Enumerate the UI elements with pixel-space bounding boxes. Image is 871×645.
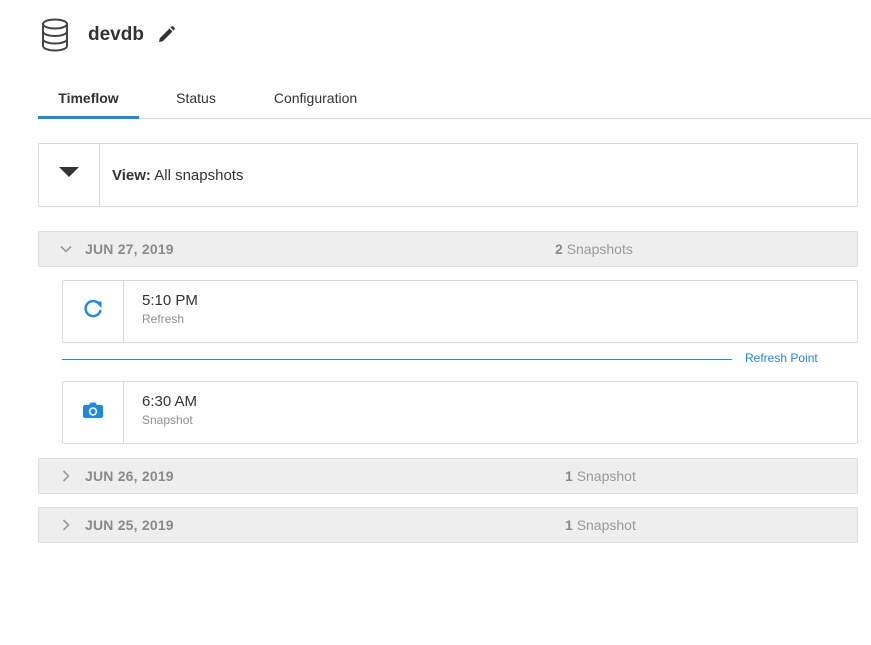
snapshot-time: 6:30 AM [142,393,198,410]
snapshot-type: Snapshot [142,413,193,427]
refresh-point-label[interactable]: Refresh Point [745,351,818,365]
date-group-header[interactable]: JUN 25, 2019 1 Snapshot [38,507,858,543]
snapshot-icon-cell [63,382,124,443]
group-date: JUN 26, 2019 [85,468,174,484]
pencil-icon[interactable] [156,25,176,45]
count-label: Snapshots [566,241,633,257]
camera-icon [82,400,104,425]
count-number: 1 [565,468,573,484]
snapshot-text: 5:10 PM Refresh [142,281,198,342]
snapshot-text: 6:30 AM Snapshot [142,382,197,443]
snapshot-card[interactable]: 6:30 AM Snapshot [62,381,858,444]
view-label: View: All snapshots [112,167,243,184]
group-snapshot-count: 1 Snapshot [565,468,636,484]
view-filter: View: All snapshots [38,143,858,207]
snapshot-type: Refresh [142,312,185,326]
tab-status[interactable]: Status [165,80,227,118]
date-group-header[interactable]: JUN 27, 2019 2 Snapshots [38,231,858,267]
snapshot-icon-cell [63,281,124,342]
view-value: All snapshots [154,166,244,184]
chevron-right-icon [59,518,73,532]
chevron-right-icon [59,469,73,483]
refresh-point-line [62,359,732,360]
count-number: 2 [555,241,563,257]
group-date: JUN 27, 2019 [85,241,174,257]
tab-bar: Timeflow Status Configuration [38,80,871,119]
caret-down-icon [59,166,79,184]
count-number: 1 [565,517,573,533]
chevron-down-icon [59,242,73,256]
tab-timeflow[interactable]: Timeflow [38,80,139,119]
group-snapshot-count: 1 Snapshot [565,517,636,533]
count-label: Snapshot [576,517,636,533]
group-date: JUN 25, 2019 [85,517,174,533]
page-header: devdb [40,18,176,52]
view-prefix: View: [112,166,151,184]
refresh-icon [82,298,104,325]
snapshot-card[interactable]: 5:10 PM Refresh [62,280,858,343]
database-icon [40,18,70,52]
group-snapshot-count: 2 Snapshots [555,241,633,257]
page-title: devdb [88,24,144,45]
count-label: Snapshot [576,468,636,484]
tab-configuration[interactable]: Configuration [267,80,364,118]
date-group-header[interactable]: JUN 26, 2019 1 Snapshot [38,458,858,494]
snapshot-time: 5:10 PM [142,292,198,309]
view-toggle-button[interactable] [39,144,100,206]
timeflow-page: devdb Timeflow Status Configuration View… [0,0,871,645]
